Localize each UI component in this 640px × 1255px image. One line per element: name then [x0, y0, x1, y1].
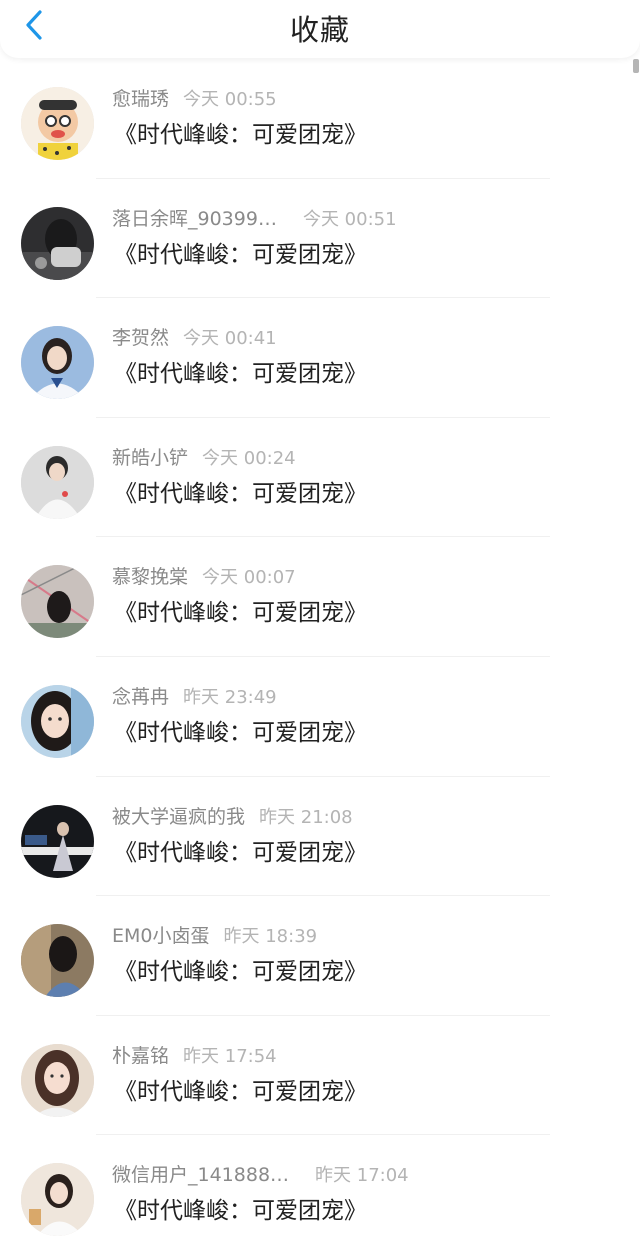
user-name[interactable]: 新皓小铲 [112, 447, 188, 469]
favorites-list: 愈瑞琇 今天 00:55 《时代峰峻：可爱团宠》 落日余晖_90399… 今天 00… [0, 59, 640, 1255]
user-name[interactable]: EM0小卤蛋 [112, 925, 210, 947]
user-name[interactable]: 李贺然 [112, 327, 169, 349]
list-item[interactable]: EM0小卤蛋 昨天 18:39 《时代峰峻：可爱团宠》 [0, 896, 640, 1016]
timestamp: 今天 00:24 [202, 447, 296, 469]
user-name[interactable]: 微信用户_141888… [112, 1164, 289, 1186]
timestamp: 今天 00:41 [183, 328, 277, 350]
avatar[interactable] [21, 804, 94, 878]
user-name[interactable]: 愈瑞琇 [112, 88, 169, 110]
user-name[interactable]: 念苒冉 [112, 686, 169, 708]
favorite-title[interactable]: 《时代峰峻：可爱团宠》 [114, 597, 367, 629]
list-item[interactable]: 念苒冉 昨天 23:49 《时代峰峻：可爱团宠》 [0, 657, 640, 777]
timestamp: 昨天 21:08 [259, 806, 353, 828]
favorite-title[interactable]: 《时代峰峻：可爱团宠》 [114, 239, 367, 271]
list-item[interactable]: 愈瑞琇 今天 00:55 《时代峰峻：可爱团宠》 [0, 59, 640, 179]
page-title: 收藏 [289, 13, 350, 47]
favorite-title[interactable]: 《时代峰峻：可爱团宠》 [114, 1195, 367, 1227]
timestamp: 昨天 23:49 [183, 686, 277, 708]
favorite-title[interactable]: 《时代峰峻：可爱团宠》 [114, 119, 367, 151]
timestamp: 今天 00:51 [302, 208, 397, 230]
list-item[interactable]: 微信用户_141888… 昨天 17:04 《时代峰峻：可爱团宠》 [0, 1135, 640, 1255]
avatar[interactable] [21, 924, 94, 998]
timestamp: 今天 00:07 [202, 567, 296, 589]
top-bar: 收藏 [0, 0, 640, 58]
favorite-title[interactable]: 《时代峰峻：可爱团宠》 [114, 837, 367, 869]
timestamp: 昨天 18:39 [223, 926, 318, 948]
favorite-title[interactable]: 《时代峰峻：可爱团宠》 [114, 956, 367, 988]
timestamp: 昨天 17:54 [183, 1045, 277, 1067]
list-item[interactable]: 李贺然 今天 00:41 《时代峰峻：可爱团宠》 [0, 298, 640, 418]
user-name[interactable]: 慕黎挽棠 [112, 566, 188, 588]
avatar[interactable] [21, 1163, 94, 1237]
list-item[interactable]: 被大学逼疯的我 昨天 21:08 《时代峰峻：可爱团宠》 [0, 777, 640, 897]
user-name[interactable]: 被大学逼疯的我 [112, 806, 245, 828]
user-name[interactable]: 落日余晖_90399… [112, 208, 277, 230]
favorite-title[interactable]: 《时代峰峻：可爱团宠》 [114, 1076, 367, 1108]
avatar[interactable] [21, 445, 94, 519]
timestamp: 昨天 17:04 [315, 1165, 409, 1187]
list-item[interactable]: 新皓小铲 今天 00:24 《时代峰峻：可爱团宠》 [0, 418, 640, 538]
list-item[interactable]: 慕黎挽棠 今天 00:07 《时代峰峻：可爱团宠》 [0, 537, 640, 657]
favorite-title[interactable]: 《时代峰峻：可爱团宠》 [114, 478, 367, 510]
avatar[interactable] [21, 565, 94, 639]
avatar[interactable] [21, 1043, 94, 1117]
avatar[interactable] [21, 326, 94, 400]
avatar[interactable] [21, 206, 94, 280]
favorite-title[interactable]: 《时代峰峻：可爱团宠》 [114, 717, 367, 749]
avatar[interactable] [21, 684, 94, 758]
list-item[interactable]: 落日余晖_90399… 今天 00:51 《时代峰峻：可爱团宠》 [0, 179, 640, 299]
list-item[interactable]: 朴嘉铭 昨天 17:54 《时代峰峻：可爱团宠》 [0, 1016, 640, 1136]
avatar[interactable] [21, 87, 94, 160]
user-name[interactable]: 朴嘉铭 [112, 1045, 169, 1067]
timestamp: 今天 00:55 [183, 89, 277, 110]
favorite-title[interactable]: 《时代峰峻：可爱团宠》 [114, 358, 367, 390]
